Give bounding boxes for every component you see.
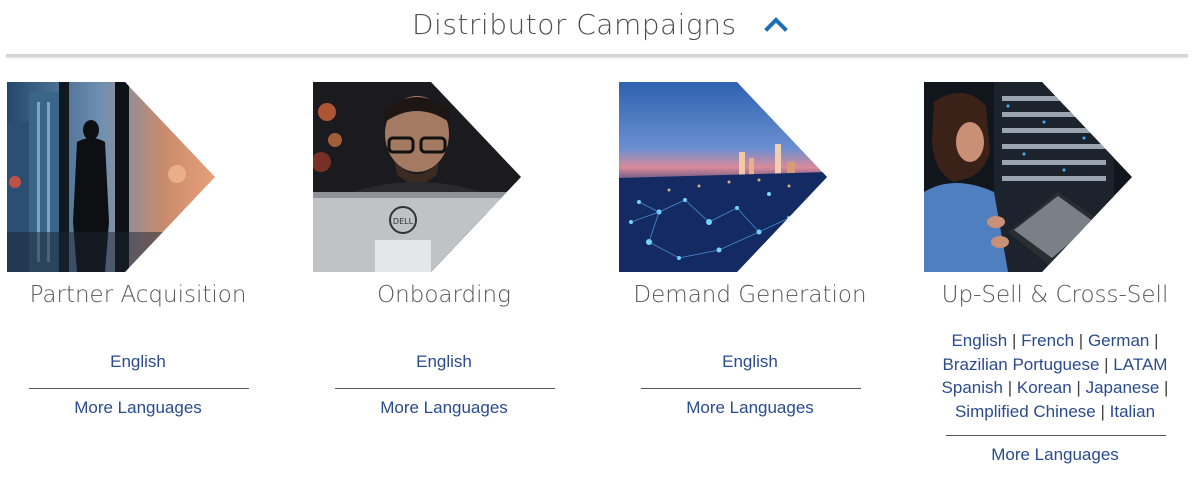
card-divider bbox=[641, 388, 861, 389]
city-skyline-silhouette-image[interactable] bbox=[7, 82, 215, 272]
night-city-network-image[interactable] bbox=[619, 82, 827, 272]
more-languages-link[interactable]: More Languages bbox=[7, 398, 269, 418]
section-divider bbox=[6, 54, 1188, 57]
language-links-list: English | French | German | Brazilian Po… bbox=[941, 331, 1169, 421]
section-title-row[interactable]: Distributor Campaigns bbox=[0, 8, 1200, 41]
card-divider bbox=[29, 388, 249, 389]
japanese-link[interactable]: Japanese bbox=[1086, 378, 1160, 397]
card-divider bbox=[946, 435, 1166, 436]
card-title: Up-Sell & Cross-Sell bbox=[941, 282, 1169, 308]
more-languages-link[interactable]: More Languages bbox=[924, 445, 1186, 465]
english-link[interactable]: English bbox=[7, 352, 269, 372]
chevron-up-icon[interactable] bbox=[764, 16, 788, 32]
svg-text:DELL: DELL bbox=[393, 217, 414, 226]
german-link[interactable]: German bbox=[1088, 331, 1149, 350]
english-link[interactable]: English bbox=[951, 331, 1007, 350]
brazilian-portuguese-link[interactable]: Brazilian Portuguese bbox=[943, 355, 1100, 374]
english-link[interactable]: English bbox=[313, 352, 575, 372]
simplified-chinese-link[interactable]: Simplified Chinese bbox=[955, 402, 1096, 421]
card-title: Demand Generation bbox=[633, 282, 867, 308]
card-title: Partner Acquisition bbox=[29, 282, 247, 308]
card-title: Onboarding bbox=[377, 282, 511, 308]
more-languages-link[interactable]: More Languages bbox=[313, 398, 575, 418]
card-divider bbox=[335, 388, 555, 389]
woman-with-laptop-server-image[interactable] bbox=[924, 82, 1132, 272]
section-header: Distributor Campaigns bbox=[0, 0, 1200, 56]
man-at-computer-image[interactable]: DELL bbox=[313, 82, 521, 272]
more-languages-link[interactable]: More Languages bbox=[619, 398, 881, 418]
french-link[interactable]: French bbox=[1021, 331, 1074, 350]
korean-link[interactable]: Korean bbox=[1017, 378, 1072, 397]
english-link[interactable]: English bbox=[619, 352, 881, 372]
italian-link[interactable]: Italian bbox=[1110, 402, 1155, 421]
section-title: Distributor Campaigns bbox=[412, 8, 737, 41]
